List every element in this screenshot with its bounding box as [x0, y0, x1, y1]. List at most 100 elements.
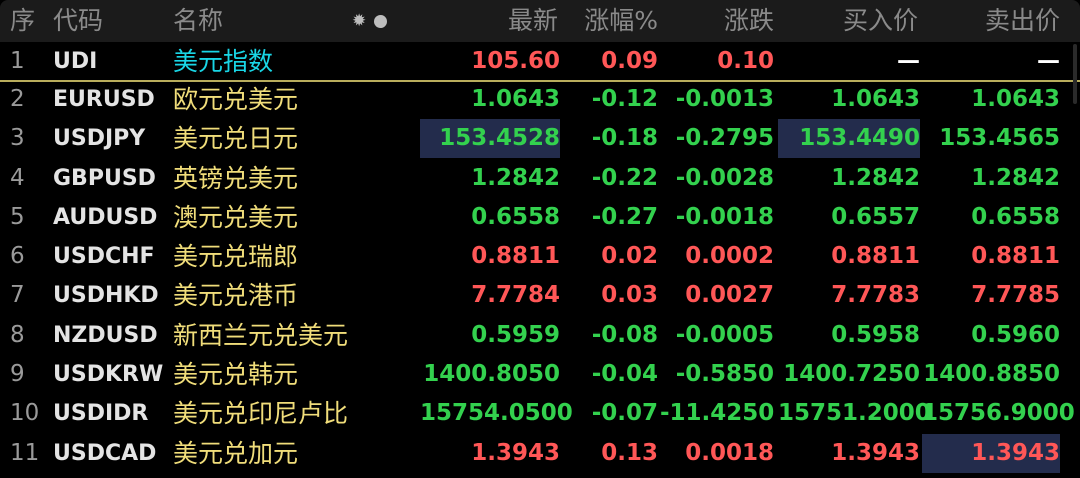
cell-seq: 8: [10, 322, 25, 348]
table-row[interactable]: 8 NZDUSD 新西兰元兑美元 0.5959 -0.08 -0.0005 0.5958 0.…: [0, 316, 1080, 355]
cell-seq: 9: [10, 361, 25, 387]
table-row[interactable]: 2 EURUSD 欧元兑美元 1.0643 -0.12 -0.0013 1.0643 1.06…: [0, 80, 1080, 119]
cell-chg: 0.0002: [685, 243, 774, 269]
cell-name: 澳元兑美元: [173, 203, 299, 232]
cell-latest: 0.8811: [471, 243, 560, 269]
dot-icon: [374, 15, 387, 28]
cell-pct: -0.27: [591, 204, 658, 230]
cell-pct: -0.22: [591, 165, 658, 191]
index-divider: [0, 80, 1080, 82]
cell-latest: 7.7784: [471, 282, 560, 308]
cell-latest: 0.5959: [471, 322, 560, 348]
header-change[interactable]: 涨跌: [660, 0, 774, 42]
cell-bid: 0.8811: [831, 243, 920, 269]
table-row[interactable]: 4 GBPUSD 英镑兑美元 1.2842 -0.22 -0.0028 1.2842 1.28…: [0, 159, 1080, 198]
cell-code: EURUSD: [53, 87, 155, 112]
cell-pct: 0.02: [601, 243, 658, 269]
table-row[interactable]: 9 USDKRW 美元兑韩元 1400.8050 -0.04 -0.5850 1400.72…: [0, 355, 1080, 394]
scrollbar[interactable]: [1073, 44, 1077, 104]
cell-bid: 0.6557: [831, 204, 920, 230]
cell-name: 美元兑日元: [173, 124, 299, 153]
cell-ask: 1.0643: [971, 86, 1060, 112]
cell-chg: -0.0018: [675, 204, 774, 230]
header-latest[interactable]: 最新: [430, 0, 558, 42]
cell-code: USDCHF: [53, 244, 155, 269]
header-change-pct[interactable]: 涨幅%: [560, 0, 658, 42]
cell-seq: 6: [10, 243, 25, 269]
cell-bid: 7.7783: [831, 282, 920, 308]
cell-code: UDI: [53, 49, 98, 74]
cell-seq: 2: [10, 86, 25, 112]
cell-latest: 0.6558: [471, 204, 560, 230]
table-row[interactable]: 3 USDJPY 美元兑日元 153.4528 -0.18 -0.2795 153.4490…: [0, 119, 1080, 158]
cell-latest: 153.4528: [420, 119, 560, 158]
sun-icon: ✹: [352, 11, 367, 31]
cell-name: 美元兑韩元: [173, 360, 299, 389]
forex-quote-table: 序 代码 名称 ✹ 最新 涨幅% 涨跌 买入价 卖出价 1 UDI 美元指数 105.…: [0, 0, 1080, 478]
cell-seq: 11: [10, 440, 40, 466]
table-row[interactable]: 11 USDCAD 美元兑加元 1.3943 0.13 0.0018 1.3943 1.394…: [0, 434, 1080, 473]
cell-ask: 15756.9000: [922, 400, 1075, 426]
cell-pct: -0.07: [591, 400, 658, 426]
cell-pct: 0.13: [601, 440, 658, 466]
table-row[interactable]: 1 UDI 美元指数 105.60 0.09 0.10 — —: [0, 42, 1080, 81]
cell-latest: 105.60: [471, 48, 560, 74]
cell-latest: 15754.0500: [420, 400, 573, 426]
cell-code: USDKRW: [53, 362, 164, 387]
cell-ask: 1.2842: [971, 165, 1060, 191]
cell-chg: 0.0018: [685, 440, 774, 466]
cell-bid: 15751.2000: [778, 400, 931, 426]
cell-code: AUDUSD: [53, 205, 158, 230]
cell-chg: -0.2795: [675, 125, 774, 151]
column-settings-toggle[interactable]: ✹: [352, 12, 394, 30]
cell-code: USDJPY: [53, 126, 146, 151]
cell-bid: 1.2842: [831, 165, 920, 191]
cell-bid: 153.4490: [778, 119, 920, 158]
cell-seq: 1: [10, 48, 25, 74]
header-ask[interactable]: 卖出价: [920, 0, 1060, 42]
cell-pct: -0.08: [591, 322, 658, 348]
cell-ask: 0.6558: [971, 204, 1060, 230]
cell-pct: 0.09: [601, 48, 658, 74]
cell-bid: 1.3943: [831, 440, 920, 466]
cell-code: USDCAD: [53, 441, 157, 466]
cell-code: NZDUSD: [53, 323, 158, 348]
cell-name: 美元指数: [173, 47, 274, 76]
cell-name: 美元兑港币: [173, 281, 299, 310]
header-name[interactable]: 名称: [173, 0, 293, 42]
cell-chg: -0.0028: [675, 165, 774, 191]
cell-bid: 1400.7250: [783, 361, 920, 387]
cell-pct: 0.03: [601, 282, 658, 308]
cell-ask: —: [1037, 48, 1060, 74]
table-row[interactable]: 7 USDHKD 美元兑港币 7.7784 0.03 0.0027 7.7783 7.7785: [0, 276, 1080, 315]
cell-chg: -0.0013: [675, 86, 774, 112]
cell-seq: 5: [10, 204, 25, 230]
cell-latest: 1.0643: [471, 86, 560, 112]
cell-chg: -0.5850: [675, 361, 774, 387]
cell-seq: 3: [10, 125, 25, 151]
cell-name: 欧元兑美元: [173, 85, 299, 114]
header-seq[interactable]: 序: [10, 0, 50, 42]
cell-seq: 7: [10, 282, 25, 308]
cell-name: 美元兑加元: [173, 439, 299, 468]
header-code[interactable]: 代码: [53, 0, 153, 42]
table-row[interactable]: 10 USDIDR 美元兑印尼卢比 15754.0500 -0.07 -11.4250 15…: [0, 394, 1080, 433]
cell-name: 美元兑印尼卢比: [173, 399, 349, 428]
cell-seq: 4: [10, 165, 25, 191]
cell-ask: 153.4565: [939, 125, 1060, 151]
cell-bid: 1.0643: [831, 86, 920, 112]
cell-chg: -0.0005: [675, 322, 774, 348]
cell-ask: 7.7785: [971, 282, 1060, 308]
table-row[interactable]: 5 AUDUSD 澳元兑美元 0.6558 -0.27 -0.0018 0.6557 0.65…: [0, 198, 1080, 237]
cell-chg: 0.0027: [685, 282, 774, 308]
cell-code: USDHKD: [53, 283, 159, 308]
cell-name: 美元兑瑞郎: [173, 242, 299, 271]
cell-code: GBPUSD: [53, 166, 156, 191]
cell-code: USDIDR: [53, 401, 149, 426]
table-header: 序 代码 名称 ✹ 最新 涨幅% 涨跌 买入价 卖出价: [0, 0, 1080, 42]
cell-ask: 0.5960: [971, 322, 1060, 348]
table-row[interactable]: 6 USDCHF 美元兑瑞郎 0.8811 0.02 0.0002 0.8811 0.8811: [0, 237, 1080, 276]
cell-latest: 1.3943: [471, 440, 560, 466]
header-bid[interactable]: 买入价: [778, 0, 918, 42]
cell-ask: 1.3943: [922, 434, 1060, 473]
